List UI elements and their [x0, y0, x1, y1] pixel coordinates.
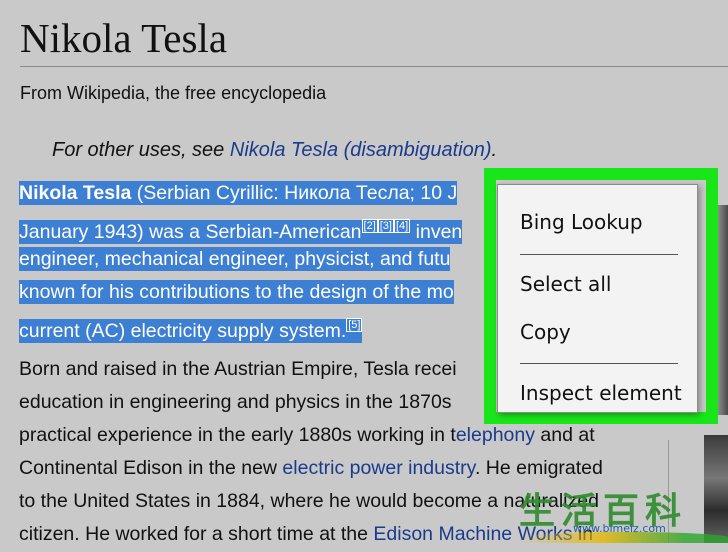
electric-power-industry-link[interactable]: electric power industry [282, 457, 475, 479]
lead-line-1-text: (Serbian Cyrillic: Никола Тесла; 10 J [131, 182, 458, 204]
citation-link[interactable]: [2] [361, 219, 378, 233]
menu-item-select-all[interactable]: Select all [520, 272, 611, 296]
body-line-2: education in engineering and physics in … [19, 391, 452, 413]
page-subtitle: From Wikipedia, the free encyclopedia [20, 83, 327, 103]
lead-line-4-text: known for his contributions to the desig… [19, 280, 454, 304]
citation-link[interactable]: [4] [393, 219, 411, 233]
menu-item-copy[interactable]: Copy [520, 320, 571, 344]
lead-line-4: known for his contributions to the desig… [19, 276, 454, 310]
lead-line-5-text: current (AC) electricity supply system. [19, 320, 347, 342]
page: Nikola Tesla From Wikipedia, the free en… [0, 0, 728, 545]
watermark-logo: 生活百科 www.bimeiz.com [519, 482, 728, 543]
lead-line-3-text: engineer, mechanical engineer, physicist… [19, 247, 451, 271]
watermark-swoosh [519, 532, 728, 543]
body-line-4: Continental Edison in the new electric p… [19, 457, 603, 479]
page-title: Nikola Tesla [20, 15, 228, 61]
lead-line-2-text: January 1943) was a Serbian-American [19, 221, 362, 243]
telephony-link[interactable]: elephony [456, 424, 535, 446]
body-line-6: citizen. He worked for a short time at t… [19, 523, 593, 545]
hatnote-suffix: . [491, 139, 498, 161]
lead-line-1: Nikola Tesla (Serbian Cyrillic: Никола Т… [19, 177, 458, 211]
body-line-3: practical experience in the early 1880s … [19, 424, 595, 446]
citation-link[interactable]: [3] [377, 219, 394, 233]
citation-link[interactable]: [5] [346, 318, 363, 332]
menu-separator [520, 254, 678, 255]
menu-separator [520, 363, 678, 364]
hatnote: For other uses, see Nikola Tesla (disamb… [52, 139, 497, 162]
hatnote-prefix: For other uses, see [52, 139, 230, 161]
context-menu: Bing Lookup Select all Copy Inspect elem… [497, 184, 698, 413]
body-line-1: Born and raised in the Austrian Empire, … [19, 358, 457, 380]
menu-item-bing-lookup[interactable]: Bing Lookup [520, 210, 643, 234]
lead-line-2-rest: inven [410, 221, 463, 243]
disambiguation-link[interactable]: Nikola Tesla (disambiguation) [230, 139, 492, 161]
lead-line-3: engineer, mechanical engineer, physicist… [19, 243, 451, 277]
title-divider [20, 66, 728, 67]
body-line-5: to the United States in 1884, where he w… [19, 490, 599, 512]
menu-item-inspect-element[interactable]: Inspect element [520, 381, 682, 405]
lead-line-5: current (AC) electricity supply system.[… [19, 309, 363, 349]
lead-bold-name: Nikola Tesla [19, 182, 132, 204]
